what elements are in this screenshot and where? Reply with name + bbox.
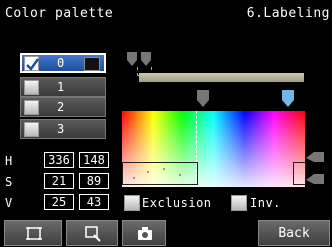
fit-screen-icon <box>26 227 42 240</box>
value-marker-pair-icon[interactable] <box>306 150 326 190</box>
value-label: V <box>5 196 13 210</box>
value-max-value[interactable]: 43 <box>79 194 109 210</box>
checkbox-icon[interactable] <box>24 80 39 95</box>
palette-item-label: 3 <box>57 122 65 136</box>
hue-max-value[interactable]: 148 <box>79 152 109 168</box>
zoom-icon <box>85 226 101 242</box>
palette-item-label: 1 <box>57 80 65 94</box>
hue-slider[interactable] <box>139 73 304 82</box>
checkbox-checked-icon[interactable] <box>24 56 40 71</box>
palette-item-2[interactable]: 2 <box>20 97 106 117</box>
capture-button[interactable] <box>122 220 166 246</box>
value-min-value[interactable]: 25 <box>44 194 74 210</box>
palette-item-label: 0 <box>57 56 65 70</box>
inv-label: Inv. <box>250 196 281 210</box>
section-label: 6.Labeling <box>246 6 330 21</box>
saturation-min-marker-icon[interactable] <box>196 90 210 108</box>
back-button[interactable]: Back <box>258 220 330 246</box>
fit-screen-button[interactable] <box>4 220 62 246</box>
exclusion-label: Exclusion <box>142 196 212 210</box>
back-button-label: Back <box>278 226 310 241</box>
saturation-max-marker-icon[interactable] <box>281 90 295 108</box>
hue-label: H <box>5 154 13 168</box>
palette-item-0[interactable]: 0 <box>20 53 106 73</box>
page-title: Color palette <box>5 6 114 21</box>
exclusion-checkbox[interactable] <box>124 195 140 211</box>
hue-min-value[interactable]: 336 <box>44 152 74 168</box>
saturation-max-value[interactable]: 89 <box>79 173 109 189</box>
palette-item-3[interactable]: 3 <box>20 119 106 139</box>
inv-checkbox[interactable] <box>231 195 247 211</box>
selection-dots <box>133 168 181 179</box>
saturation-label: S <box>5 175 13 189</box>
checkbox-icon[interactable] <box>24 100 39 115</box>
selection-rectangle-wrap <box>293 162 306 185</box>
camera-icon <box>138 227 152 240</box>
checkbox-icon[interactable] <box>24 122 39 137</box>
color-swatch <box>84 57 100 71</box>
zoom-button[interactable] <box>66 220 118 246</box>
palette-item-label: 2 <box>57 100 65 114</box>
palette-item-1[interactable]: 1 <box>20 77 106 97</box>
saturation-min-value[interactable]: 21 <box>44 173 74 189</box>
